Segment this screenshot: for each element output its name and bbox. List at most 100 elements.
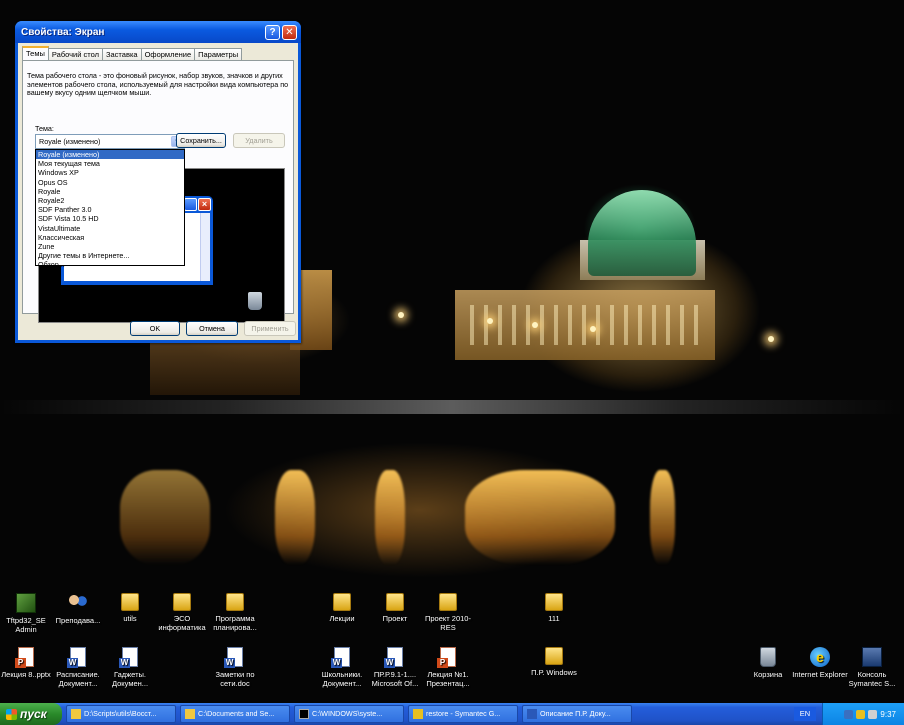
- desktop-icon-pr-doc[interactable]: ПР.Р.9.1-1.... Microsoft Of...: [365, 647, 425, 688]
- tab-desktop[interactable]: Рабочий стол: [47, 48, 103, 60]
- tab-strip: Темы Рабочий стол Заставка Оформление Па…: [22, 46, 243, 60]
- desktop-icon-students[interactable]: Школьники. Документ...: [312, 647, 372, 688]
- wallpaper-dome: [588, 190, 696, 276]
- theme-label: Тема:: [35, 124, 54, 133]
- clock[interactable]: 9:37: [880, 710, 896, 719]
- theme-option[interactable]: Другие темы в Интернете...: [36, 251, 184, 260]
- taskbar-button-cmd[interactable]: C:\WINDOWS\syste...: [294, 705, 404, 723]
- desktop-icon-111[interactable]: 111: [524, 593, 584, 623]
- taskbar-button-explorer-documents[interactable]: C:\Documents and Se...: [180, 705, 290, 723]
- desktop-icon-recycle-bin[interactable]: Корзина: [738, 647, 798, 679]
- help-button[interactable]: ?: [265, 24, 280, 40]
- theme-option[interactable]: Моя текущая тема: [36, 159, 184, 168]
- wallpaper-building: [150, 335, 300, 395]
- desktop-icon-label: Лекция №1. Презентац...: [426, 670, 470, 688]
- theme-option[interactable]: Royale (изменено): [36, 150, 184, 160]
- desktop-icon-label: ЭСО информатика: [158, 614, 206, 632]
- taskbar-button-label: C:\Documents and Se...: [198, 709, 275, 718]
- tab-themes[interactable]: Темы: [22, 46, 49, 60]
- desktop-icon-project[interactable]: Проект: [365, 593, 425, 623]
- wallpaper-reflection: [465, 470, 615, 565]
- theme-option[interactable]: Royale2: [36, 196, 184, 205]
- desktop-icon-label: ПР.Р.9.1-1.... Microsoft Of...: [371, 670, 419, 688]
- theme-select-value: Royale (изменено): [39, 137, 101, 146]
- desktop-icon-gadgets[interactable]: Гаджеты. Докумен...: [100, 647, 160, 688]
- desktop-icon-internet-explorer[interactable]: e Internet Explorer: [790, 647, 850, 679]
- doc-icon: [224, 647, 243, 668]
- taskbar-button-symantec[interactable]: restore - Symantec G...: [408, 705, 518, 723]
- wallpaper-lamp: [590, 326, 596, 332]
- theme-option[interactable]: Royale: [36, 187, 184, 196]
- desktop-icon-label: Программа планирова...: [213, 614, 257, 632]
- desktop-icon-project-2010[interactable]: Проект 2010-RES: [418, 593, 478, 632]
- folder-icon: [71, 709, 81, 719]
- ok-button[interactable]: OK: [130, 321, 180, 336]
- dialog-titlebar[interactable]: Свойства: Экран ? ✕: [15, 21, 301, 43]
- theme-option[interactable]: Обзор...: [36, 260, 184, 269]
- desktop-icon-lecture1[interactable]: Лекция №1. Презентац...: [418, 647, 478, 688]
- delete-button[interactable]: Удалить: [233, 133, 285, 148]
- doc-icon: [331, 647, 350, 668]
- taskbar-button-label: restore - Symantec G...: [426, 709, 501, 718]
- desktop-icon-label: utils: [123, 614, 137, 623]
- dialog-title: Свойства: Экран: [21, 26, 105, 38]
- theme-option[interactable]: Классическая: [36, 233, 184, 242]
- taskbar: пуск D:\Scripts\utils\Восст... C:\Docume…: [0, 703, 904, 725]
- desktop-icon-utils[interactable]: utils: [100, 593, 160, 623]
- ppt-icon: [15, 647, 34, 668]
- desktop-icon-label: Заметки по сети.doc: [215, 670, 255, 688]
- save-button[interactable]: Сохранить...: [176, 133, 226, 148]
- doc-icon: [119, 647, 138, 668]
- desktop-icon-label: Проект 2010-RES: [425, 614, 471, 632]
- network-icon[interactable]: [844, 709, 854, 719]
- desktop-icon-network-notes[interactable]: Заметки по сети.doc: [205, 647, 265, 688]
- theme-option[interactable]: Opus OS: [36, 178, 184, 187]
- console-icon: [862, 647, 882, 667]
- app-icon: [16, 593, 36, 613]
- theme-option[interactable]: SDF Vista 10.5 HD: [36, 214, 184, 223]
- close-button[interactable]: ✕: [282, 24, 297, 40]
- taskbar-button-word-doc[interactable]: Описание П.Р. Доку...: [522, 705, 632, 723]
- desktop-icon-pr-windows[interactable]: П.Р. Windows: [524, 647, 584, 677]
- desktop-icon-label: 111: [548, 614, 560, 623]
- console-icon: [299, 709, 309, 719]
- recycle-bin-icon: [760, 647, 776, 667]
- desktop-icon-label: Tftpd32_SE Admin: [6, 616, 46, 634]
- theme-option[interactable]: VistaUltimate: [36, 224, 184, 233]
- apply-button[interactable]: Применить: [244, 321, 296, 336]
- folder-icon: [121, 593, 139, 611]
- theme-select[interactable]: Royale (изменено) ▼: [35, 134, 185, 149]
- dialog-body: Темы Рабочий стол Заставка Оформление Па…: [18, 43, 298, 340]
- taskbar-button-explorer-utils[interactable]: D:\Scripts\utils\Восст...: [66, 705, 176, 723]
- desktop-icon-symantec-console[interactable]: Консоль Symantec S...: [842, 647, 902, 688]
- desktop-icon-program[interactable]: Программа планирова...: [205, 593, 265, 632]
- language-indicator[interactable]: EN: [794, 707, 816, 721]
- system-tray: 9:37: [822, 703, 904, 725]
- word-icon: [527, 709, 537, 719]
- desktop-icon-label: П.Р. Windows: [531, 668, 577, 677]
- ppt-icon: [437, 647, 456, 668]
- start-button[interactable]: пуск: [0, 703, 62, 725]
- theme-option[interactable]: SDF Panther 3.0: [36, 205, 184, 214]
- folder-icon: [439, 593, 457, 611]
- symantec-tray-icon[interactable]: [856, 709, 866, 719]
- theme-dropdown-list: Royale (изменено) Моя текущая тема Windo…: [35, 149, 185, 269]
- tab-appearance[interactable]: Оформление: [140, 48, 196, 60]
- desktop-icon-teachers[interactable]: Преподава...: [48, 593, 108, 625]
- desktop-icon-schedule[interactable]: Расписание. Документ...: [48, 647, 108, 688]
- folder-icon: [173, 593, 191, 611]
- desktop-icon-eso[interactable]: ЭСО информатика: [152, 593, 212, 632]
- theme-option[interactable]: Windows XP: [36, 168, 184, 177]
- wallpaper-reflection: [375, 470, 405, 565]
- folder-icon: [545, 647, 563, 665]
- tab-settings[interactable]: Параметры: [194, 48, 243, 60]
- desktop-icon-label: Преподава...: [55, 616, 101, 625]
- tab-screensaver[interactable]: Заставка: [101, 48, 142, 60]
- display-properties-dialog: Свойства: Экран ? ✕ Темы Рабочий стол Зас…: [15, 21, 301, 343]
- theme-option[interactable]: Zune: [36, 242, 184, 251]
- cancel-button[interactable]: Отмена: [186, 321, 238, 336]
- maximize-icon: [184, 198, 197, 211]
- desktop-icon-lectures[interactable]: Лекции: [312, 593, 372, 623]
- volume-icon[interactable]: [868, 709, 878, 719]
- folder-icon: [226, 593, 244, 611]
